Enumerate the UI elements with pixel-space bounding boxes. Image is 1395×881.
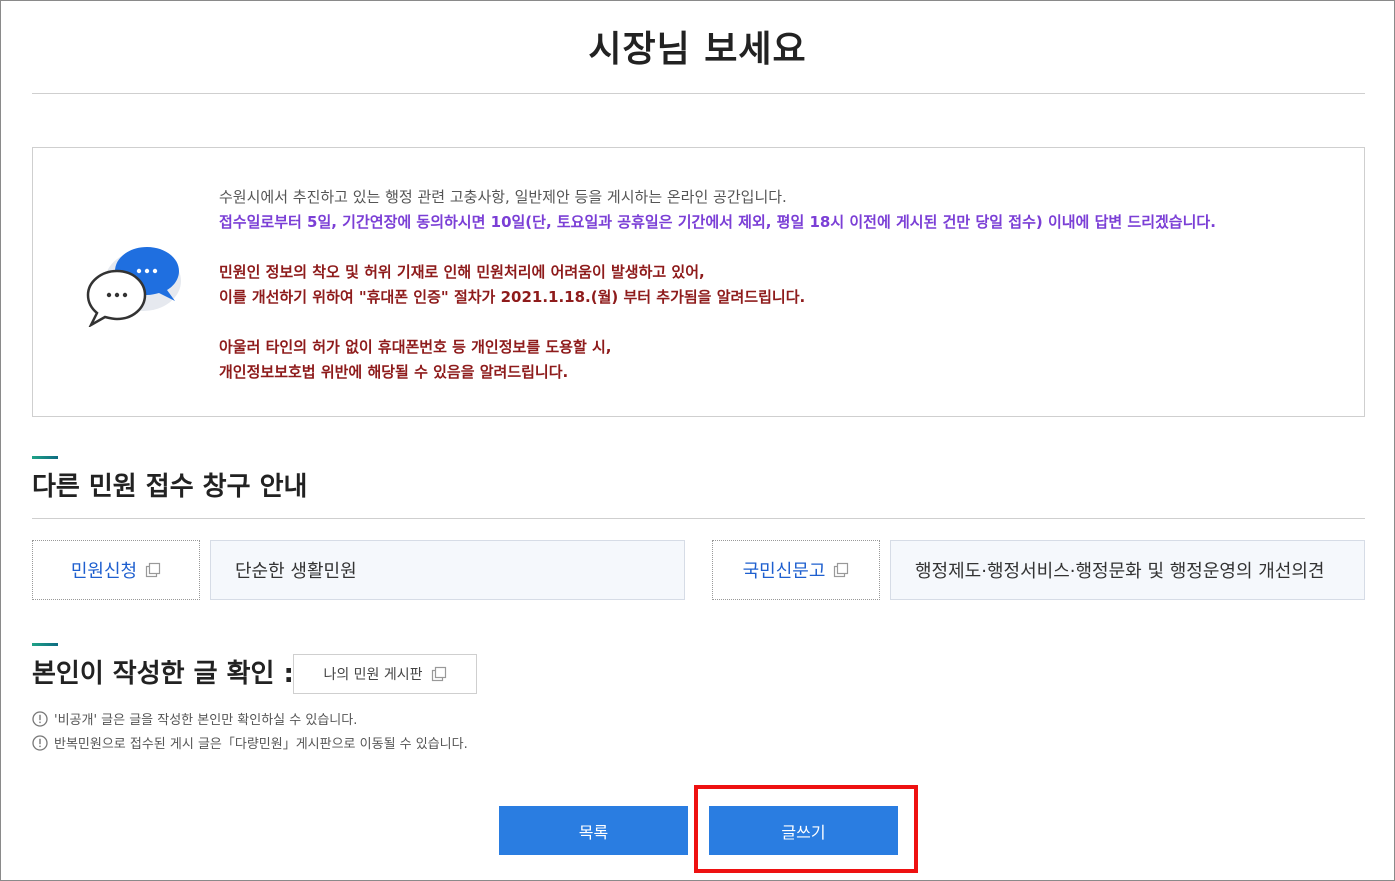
list-button[interactable]: 목록 [499,806,688,855]
notice-warning-2: 이를 개선하기 위하여 "휴대폰 인증" 절차가 2021.1.18.(월) 부… [219,288,806,306]
info-private-text: '비공개' 글은 글을 작성한 본인만 확인하실 수 있습니다. [54,713,358,728]
channels-heading: 다른 민원 접수 창구 안내 [32,472,308,502]
civil-request-link[interactable]: 민원신청 [32,540,200,600]
my-posts-label: 나의 민원 게시판 [323,667,423,683]
mypost-heading: 본인이 작성한 글 확인 : [32,659,294,689]
notice-warning-3: 아울러 타인의 허가 없이 휴대폰번호 등 개인정보를 도용할 시, [219,338,612,356]
section-accent-bar [32,643,58,646]
speech-bubbles-icon [86,247,181,327]
title-divider [32,93,1365,94]
notice-text: 수원시에서 추진하고 있는 행정 관련 고충사항, 일반제안 등을 게시하는 온… [219,185,1216,385]
exclamation-circle-icon [32,710,48,727]
exclamation-circle-icon [32,734,48,751]
external-link-icon [431,666,446,682]
info-private-note: '비공개' 글은 글을 작성한 본인만 확인하실 수 있습니다. [32,709,357,728]
sinmungo-label: 국민신문고 [742,561,826,582]
notice-box: 수원시에서 추진하고 있는 행정 관련 고충사항, 일반제안 등을 게시하는 온… [32,147,1365,417]
info-repeat-note: 반복민원으로 접수된 게시 글은「다량민원」게시판으로 이동될 수 있습니다. [32,733,468,752]
civil-request-label: 민원신청 [70,561,138,582]
notice-intro: 수원시에서 추진하고 있는 행정 관련 고충사항, 일반제안 등을 게시하는 온… [219,188,787,206]
sinmungo-description: 행정제도·행정서비스·행정문화 및 행정운영의 개선의견 [890,540,1365,600]
sinmungo-link[interactable]: 국민신문고 [712,540,880,600]
notice-deadline: 접수일로부터 5일, 기간연장에 동의하시면 10일(단, 토요일과 공휴일은 … [219,213,1216,231]
page-title: 시장님 보세요 [588,29,807,70]
info-repeat-text: 반복민원으로 접수된 게시 글은「다량민원」게시판으로 이동될 수 있습니다. [54,737,468,752]
section-accent-bar [32,456,58,459]
external-link-icon [834,562,849,578]
channels-divider [32,518,1365,519]
my-posts-button[interactable]: 나의 민원 게시판 [293,654,477,694]
write-button-highlight [694,785,918,873]
notice-warning-4: 개인정보보호법 위반에 해당될 수 있음을 알려드립니다. [219,363,569,381]
civil-request-description: 단순한 생활민원 [210,540,685,600]
external-link-icon [146,562,161,578]
notice-warning-1: 민원인 정보의 착오 및 허위 기재로 인해 민원처리에 어려움이 발생하고 있… [219,263,705,281]
